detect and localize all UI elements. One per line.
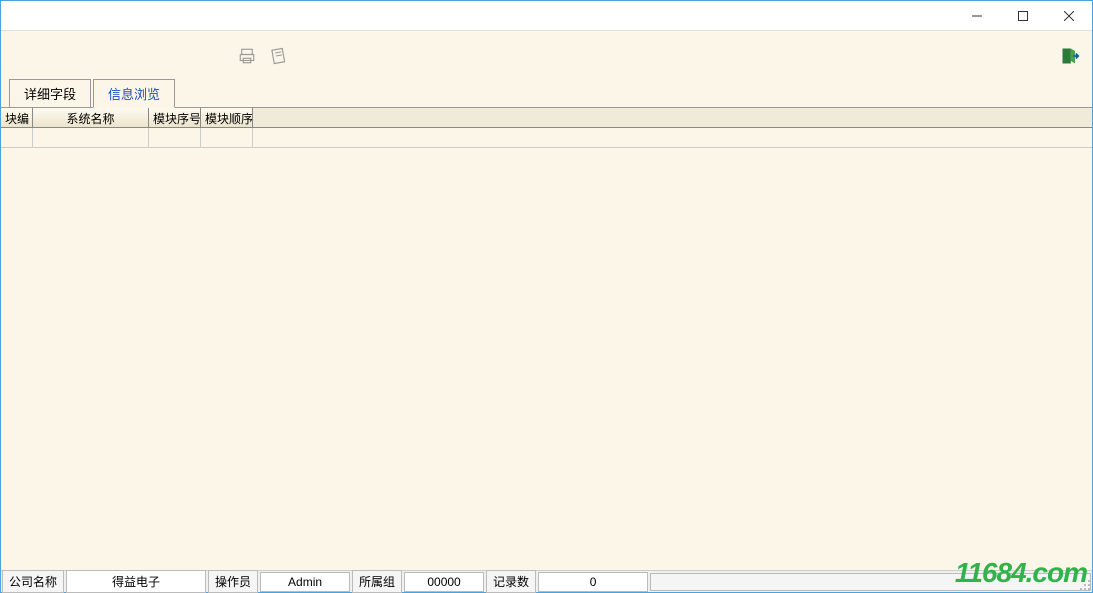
exit-icon[interactable]: [1058, 44, 1082, 68]
preview-icon[interactable]: [267, 44, 291, 68]
status-group-label: 所属组: [352, 570, 402, 593]
grid-header: 块编 系统名称 模块序号 模块顺序: [1, 108, 1092, 128]
status-company-value: 得益电子: [66, 570, 206, 593]
titlebar: [1, 1, 1092, 31]
status-records-value: 0: [538, 572, 648, 592]
col-system-name[interactable]: 系统名称: [33, 108, 149, 127]
content-area: 块编 系统名称 模块序号 模块顺序: [1, 107, 1092, 570]
status-operator-value: Admin: [260, 572, 350, 592]
status-group-value: 00000: [404, 572, 484, 592]
toolbar: [1, 31, 1092, 81]
cell[interactable]: [33, 128, 149, 147]
col-module-seq[interactable]: 模块序号: [149, 108, 201, 127]
close-button[interactable]: [1046, 1, 1092, 31]
statusbar: 公司名称 得益电子 操作员 Admin 所属组 00000 记录数 0: [1, 570, 1092, 592]
data-grid[interactable]: 块编 系统名称 模块序号 模块顺序: [1, 108, 1092, 570]
tabs: 详细字段 信息浏览: [1, 81, 1092, 107]
table-row[interactable]: [1, 128, 1092, 148]
cell[interactable]: [1, 128, 33, 147]
col-module-order[interactable]: 模块顺序: [201, 108, 253, 127]
cell[interactable]: [149, 128, 201, 147]
maximize-button[interactable]: [1000, 1, 1046, 31]
col-block-id[interactable]: 块编: [1, 108, 33, 127]
status-company-label: 公司名称: [2, 570, 64, 593]
cell[interactable]: [201, 128, 253, 147]
tab-detail-fields[interactable]: 详细字段: [9, 79, 91, 108]
status-operator-label: 操作员: [208, 570, 258, 593]
app-window: 详细字段 信息浏览 块编 系统名称 模块序号 模块顺序 公司名称 得益电子 操作…: [0, 0, 1093, 593]
watermark: 11684.com: [955, 557, 1087, 589]
tab-info-browse[interactable]: 信息浏览: [93, 79, 175, 108]
print-icon[interactable]: [235, 44, 259, 68]
minimize-button[interactable]: [954, 1, 1000, 31]
status-records-label: 记录数: [486, 570, 536, 593]
